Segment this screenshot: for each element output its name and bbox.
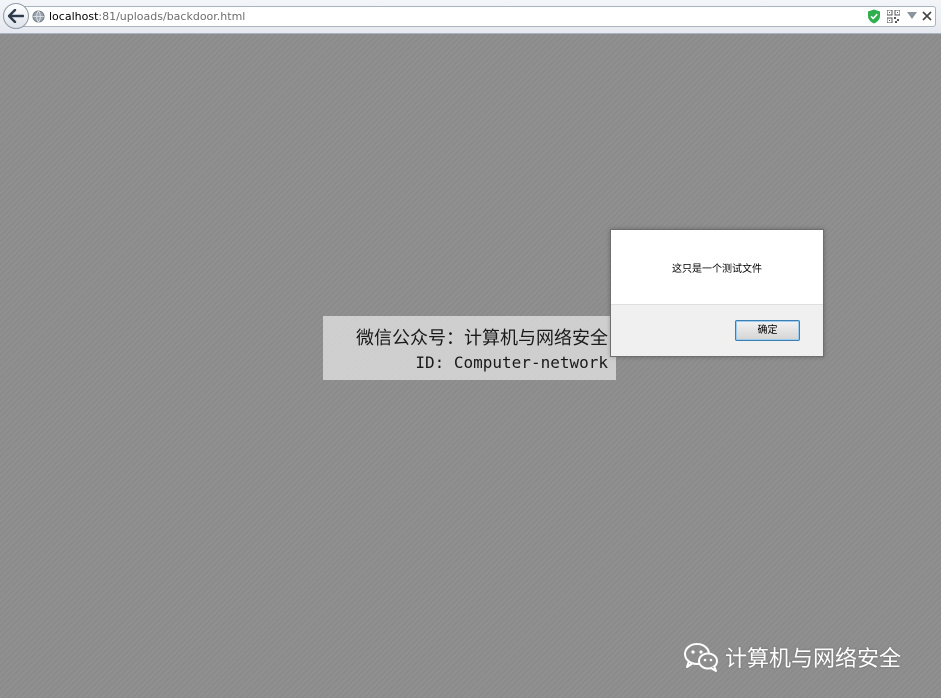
alert-dialog: 这只是一个测试文件 确定	[610, 229, 824, 357]
browser-toolbar: localhost:81/uploads/backdoor.html	[0, 0, 941, 34]
globe-icon	[32, 10, 45, 23]
back-button[interactable]	[3, 3, 29, 29]
ok-button[interactable]: 确定	[735, 320, 800, 341]
url-path: :81/uploads/backdoor.html	[98, 10, 246, 23]
wechat-icon	[684, 643, 718, 672]
watermark-line-1: 微信公众号：计算机与网络安全	[356, 328, 608, 349]
watermark-line-2: ID: Computer-network	[415, 353, 608, 372]
dropdown-icon[interactable]	[907, 12, 917, 20]
back-arrow-icon	[8, 9, 24, 23]
qr-code-icon[interactable]	[887, 10, 900, 23]
url-text[interactable]: localhost:81/uploads/backdoor.html	[49, 9, 245, 24]
dialog-footer: 确定	[611, 304, 823, 356]
shield-icon[interactable]	[867, 9, 881, 24]
dialog-message: 这只是一个测试文件	[672, 264, 762, 275]
browser-window: localhost:81/uploads/backdoor.html 微信公众号…	[0, 0, 941, 698]
address-bar[interactable]: localhost:81/uploads/backdoor.html	[22, 6, 936, 27]
corner-watermark-text: 计算机与网络安全	[725, 647, 902, 672]
corner-watermark: 计算机与网络安全	[683, 640, 901, 674]
watermark-box: 微信公众号：计算机与网络安全 ID: Computer-network	[323, 316, 616, 380]
close-icon[interactable]	[922, 11, 932, 21]
url-host: localhost	[49, 10, 99, 23]
